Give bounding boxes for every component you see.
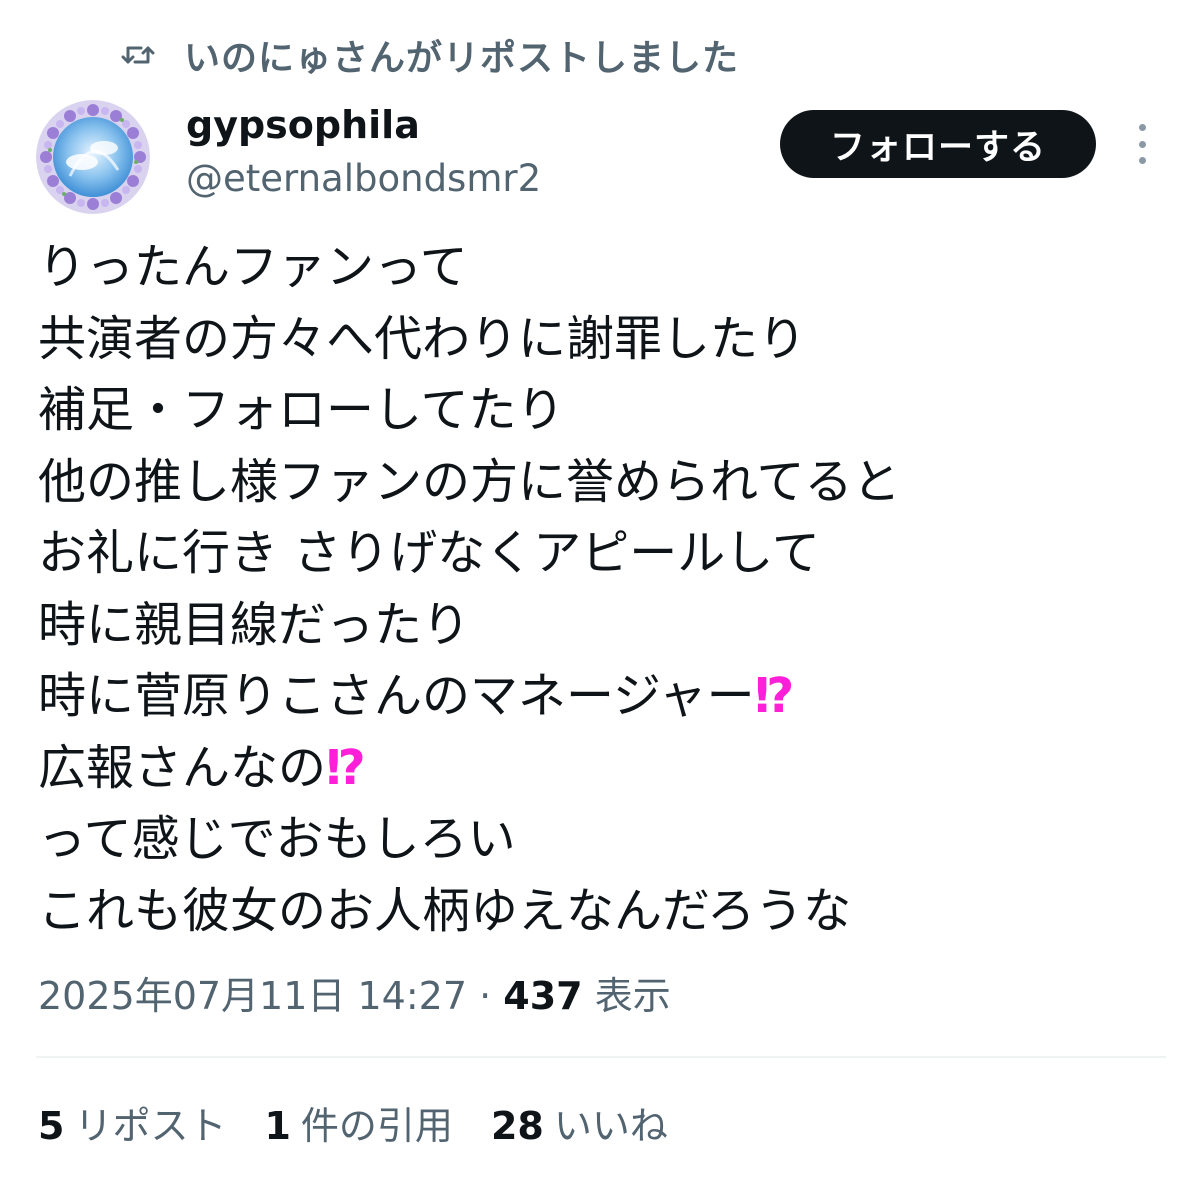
tweet-line: 他の推し様ファンの方に誉められてると [38, 447, 1168, 519]
repost-header-text: いのにゅさんがリポストしました [184, 38, 740, 79]
likes-stat[interactable]: 28 いいね [491, 1098, 668, 1154]
tweet-line: 時に菅原りこさんのマネージャー⁉ [38, 661, 1168, 733]
tweet-meta: 2025年07月11日 14:27 · 437 表示 [38, 968, 671, 1024]
tweet-line: これも彼女のお人柄ゆえなんだろうな [38, 876, 1168, 948]
reposts-stat[interactable]: 5 リポスト [38, 1098, 226, 1154]
engagement-stats: 5 リポスト 1 件の引用 28 いいね [38, 1098, 706, 1154]
views-count: 437 [503, 974, 583, 1018]
more-options-button[interactable] [1124, 118, 1160, 170]
timestamp[interactable]: 2025年07月11日 14:27 [38, 974, 467, 1018]
views-label: 表示 [594, 974, 671, 1018]
likes-count: 28 [490, 1104, 544, 1148]
reposts-label: リポスト [74, 1104, 227, 1148]
follow-button[interactable]: フォローする [780, 110, 1096, 178]
tweet-line: 時に親目線だったり [38, 590, 1168, 662]
avatar[interactable] [36, 100, 150, 214]
tweet-line-text: りったんファンって [38, 239, 468, 295]
interrobang-emoji: ⁉ [326, 739, 366, 796]
repost-header[interactable]: いのにゅさんがリポストしました [118, 30, 739, 80]
quotes-count: 1 [264, 1104, 291, 1148]
tweet-line: 広報さんなの⁉ [38, 733, 1168, 805]
tweet-line-text: 補足・フォローしてたり [38, 382, 565, 438]
quotes-stat[interactable]: 1 件の引用 [264, 1098, 452, 1154]
tweet-line-text: 広報さんなの [38, 739, 327, 796]
author-handle[interactable]: @eternalbondsmr2 [186, 152, 541, 206]
author-display-name[interactable]: gypsophila [186, 98, 541, 152]
tweet-line-text: これも彼女のお人柄ゆえなんだろうな [38, 882, 852, 939]
tweet-line-text: 他の推し様ファンの方に誉められてると [38, 453, 901, 510]
quotes-label: 件の引用 [300, 1104, 453, 1148]
meta-separator: · [479, 974, 492, 1018]
tweet-line: お礼に行き さりげなくアピールして [38, 518, 1168, 590]
repost-icon [118, 35, 158, 75]
tweet-line-text: 共演者の方々へ代わりに謝罪したり [38, 310, 807, 367]
more-vertical-icon-dot [1138, 140, 1146, 148]
tweet-line-text: お礼に行き さりげなくアピールして [38, 525, 820, 581]
more-vertical-icon-dot [1138, 157, 1146, 164]
tweet-line: って感じでおもしろい [38, 804, 1168, 876]
tweet-line-text: 時に親目線だったり [38, 596, 471, 653]
reposts-count: 5 [38, 1104, 65, 1148]
tweet-line: 共演者の方々へ代わりに謝罪したり [38, 304, 1168, 376]
tweet-text: りったんファンって 共演者の方々へ代わりに謝罪したり 補足・フォローしてたり 他… [38, 232, 1168, 947]
more-vertical-icon [1138, 124, 1146, 131]
tweet-line: りったんファンって [38, 232, 1168, 304]
interrobang-emoji: ⁉ [754, 668, 795, 724]
likes-label: いいね [553, 1104, 668, 1148]
author-info[interactable]: gypsophila @eternalbondsmr2 [186, 98, 541, 206]
tweet-line: 補足・フォローしてたり [38, 375, 1168, 447]
tweet-line-text: って感じでおもしろい [38, 811, 516, 867]
divider [36, 1056, 1166, 1058]
tweet-line-text: 時に菅原りこさんのマネージャー [38, 668, 755, 724]
